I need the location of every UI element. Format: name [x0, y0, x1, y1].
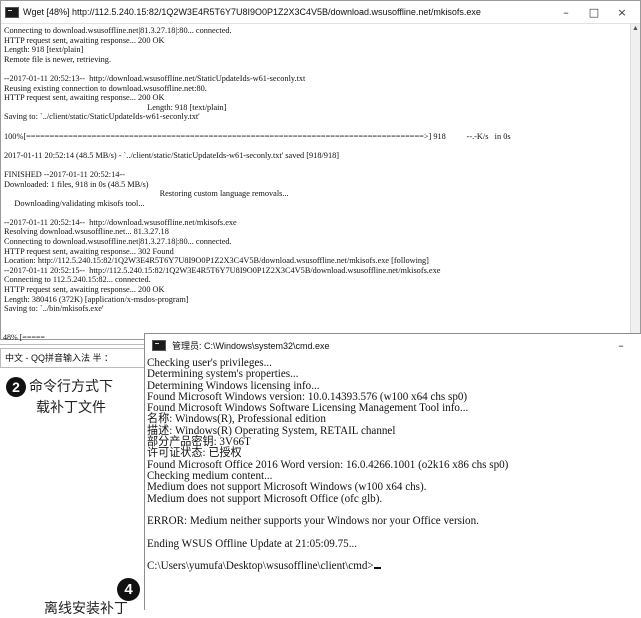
wget-output-line: 100%[===================================…: [4, 131, 511, 141]
wget-output-line: Connecting to download.wsusoffline.net|8…: [4, 237, 232, 247]
wget-output-line: Location: http://112.5.240.15:82/1Q2W3E4…: [4, 256, 429, 266]
wget-progress-fragment: 48% [=====: [0, 331, 146, 345]
wget-output-line: [4, 160, 627, 170]
wget-output-line: HTTP request sent, awaiting response... …: [4, 285, 165, 295]
cmd-output-line: Ending WSUS Offline Update at 21:05:09.7…: [147, 537, 358, 550]
cmd-titlebar[interactable]: 管理员: C:\Windows\system32\cmd.exe –: [145, 334, 641, 356]
wget-output-line: [4, 208, 627, 218]
wget-output-line: Saving to: `../bin/mkisofs.exe': [4, 304, 104, 314]
wget-output-line: Resolving download.wsusoffline.net... 81…: [4, 227, 169, 237]
cmd-output-line: Medium does not support Microsoft Window…: [147, 481, 427, 494]
wget-output-line: --2017-01-11 20:52:13-- http://download.…: [4, 73, 306, 83]
wget-output-line: [4, 122, 627, 132]
console-icon: [5, 6, 19, 18]
wget-window-title: Wget [48%] http://112.5.240.15:82/1Q2W3E…: [23, 7, 481, 17]
wget-titlebar[interactable]: Wget [48%] http://112.5.240.15:82/1Q2W3E…: [1, 1, 640, 24]
wget-output-line: Length: 918 [text/plain]: [4, 102, 227, 112]
wget-output-line: [4, 141, 627, 151]
text-cursor: [373, 567, 381, 570]
wget-output-line: --2017-01-11 20:52:14-- http://download.…: [4, 217, 237, 227]
cmd-output-line: Medium does not support Microsoft Office…: [147, 492, 383, 505]
wget-console-output: Connecting to download.wsusoffline.net|8…: [1, 24, 630, 340]
wget-output-line: Length: 918 [text/plain]: [4, 45, 84, 55]
wget-output-line: HTTP request sent, awaiting response... …: [4, 35, 165, 45]
wget-output-line: FINISHED --2017-01-11 20:52:14--: [4, 169, 125, 179]
cmd-console-window[interactable]: 管理员: C:\Windows\system32\cmd.exe – Check…: [144, 333, 641, 610]
minimize-button[interactable]: –: [552, 6, 580, 19]
wget-output-line: Downloading/validating mkisofs tool...: [4, 198, 145, 208]
cmd-prompt-text: C:\Users\yumufa\Desktop\wsusoffline\clie…: [147, 560, 374, 573]
wget-output-line: Connecting to 112.5.240.15:82... connect…: [4, 275, 151, 285]
wget-output-line: 2017-01-11 20:52:14 (48.5 MB/s) - `../cl…: [4, 150, 339, 160]
wget-console-window[interactable]: Wget [48%] http://112.5.240.15:82/1Q2W3E…: [0, 0, 641, 340]
wget-output-line: HTTP request sent, awaiting response... …: [4, 246, 174, 256]
cmd-output-line: Determining system's properties...: [147, 368, 299, 381]
wget-output-line: Restoring custom language removals...: [4, 189, 289, 199]
cmd-output-line: ERROR: Medium neither supports your Wind…: [147, 515, 479, 528]
annotation-step-2-line2: 载补丁文件: [36, 399, 106, 416]
annotation-step-4-text: 离线安装补丁: [44, 600, 128, 616]
cmd-prompt[interactable]: C:\Users\yumufa\Desktop\wsusoffline\clie…: [147, 561, 641, 572]
scroll-up-arrow-icon[interactable]: ▲: [631, 24, 640, 34]
cmd-console-output[interactable]: Checking user's privileges... Determining…: [147, 358, 641, 610]
annotation-step-2: 2 命令行方式下 载补丁文件: [6, 376, 144, 418]
wget-output-line: Connecting to download.wsusoffline.net|8…: [4, 26, 232, 35]
cmd-window-title: 管理员: C:\Windows\system32\cmd.exe: [172, 340, 330, 351]
wget-output-line: Reusing existing connection to download.…: [4, 83, 207, 93]
minimize-button[interactable]: –: [601, 339, 641, 352]
wget-output-line: [4, 64, 627, 74]
wget-scrollbar[interactable]: ▲: [630, 24, 640, 340]
close-button[interactable]: ×: [608, 6, 636, 19]
step-number-badge: 2: [6, 377, 26, 398]
wget-output-line: Saving to: `../client/static/StaticUpdat…: [4, 112, 200, 122]
cmd-output-line: 许可证状态: 已授权: [147, 447, 242, 460]
maximize-button[interactable]: □: [580, 6, 608, 19]
wget-output-line: Remote file is newer, retrieving.: [4, 54, 112, 64]
wget-output-line: --2017-01-11 20:52:15-- http://112.5.240…: [4, 265, 441, 275]
wget-output-line: Length: 380416 (372K) [application/x-msd…: [4, 294, 189, 304]
wget-output-line: Downloaded: 1 files, 918 in 0s (48.5 MB/…: [4, 179, 149, 189]
annotation-step-2-line1: 命令行方式下: [29, 378, 113, 394]
ime-status-bar[interactable]: 中文 - QQ拼音输入法 半 ：: [0, 348, 146, 368]
wget-output-line: HTTP request sent, awaiting response... …: [4, 93, 165, 103]
console-icon: [152, 339, 166, 351]
